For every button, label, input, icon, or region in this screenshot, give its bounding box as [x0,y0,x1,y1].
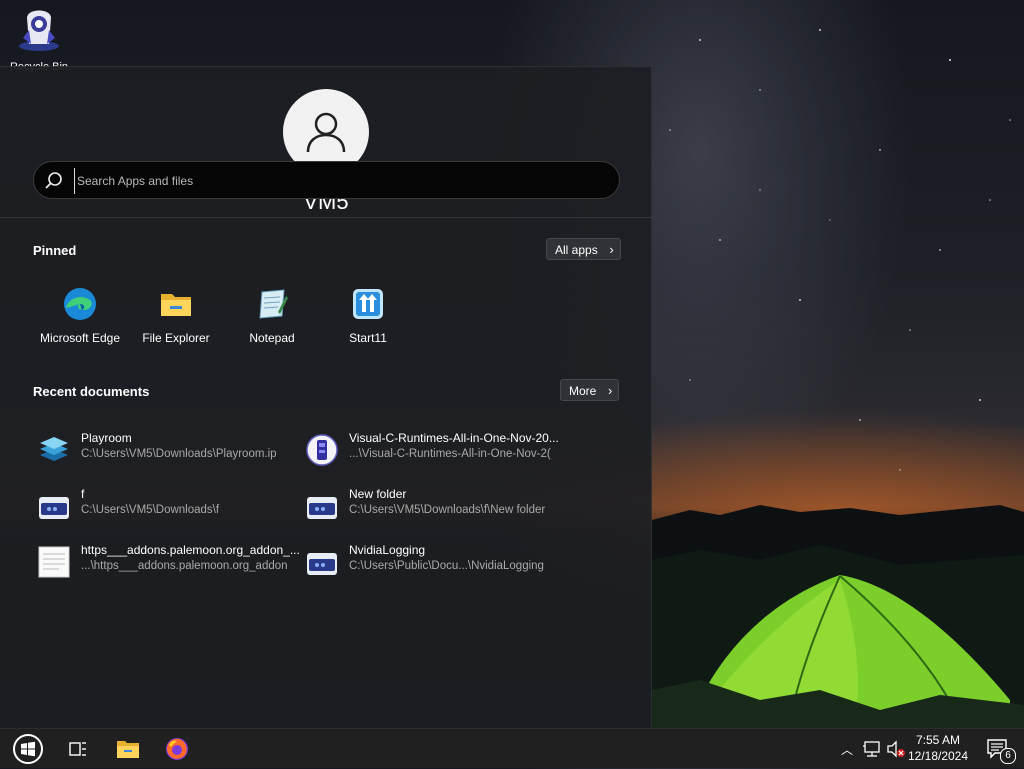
document-icon [38,546,70,578]
windows-start-icon [13,734,43,764]
recent-doc-item[interactable]: f C:\Users\VM5\Downloads\f [37,487,297,527]
doc-path: ...\https___addons.palemoon.org_addon [81,560,288,572]
pinned-app-label: File Explorer [142,331,210,345]
doc-path: C:\Users\VM5\Downloads\f [81,504,220,516]
pinned-title: Pinned [33,243,77,258]
folder-icon [161,294,191,316]
more-button[interactable]: More › [560,379,620,401]
firefox-taskbar-button[interactable] [155,729,199,769]
doc-name: New folder [349,487,407,501]
chevron-up-icon[interactable]: ︿ [838,741,856,758]
task-view-icon [69,742,86,756]
notification-center-button[interactable]: 6 [978,729,1018,769]
doc-name: https___addons.palemoon.org_addon_... [81,543,300,557]
pinned-app-label: Notepad [249,331,295,345]
start-button[interactable] [6,729,50,769]
drive-folder-icon [307,553,337,575]
user-icon [306,112,346,153]
notification-count-badge: 6 [1000,748,1016,764]
pinned-app-file-explorer[interactable]: File Explorer [128,286,224,345]
stack-icon [40,437,68,461]
recent-doc-item[interactable]: Playroom C:\Users\VM5\Downloads\Playroom… [37,431,297,471]
section-divider [0,217,652,218]
doc-name: NvidiaLogging [349,543,426,557]
drive-folder-icon [39,497,69,519]
all-apps-label: All apps [555,243,598,257]
installer-icon [306,434,338,466]
pinned-app-label: Start11 [349,331,387,345]
edge-icon [64,288,96,320]
pinned-app-edge[interactable]: Microsoft Edge [32,286,128,345]
chevron-right-icon: › [609,242,614,257]
search-input[interactable] [74,168,599,194]
clock[interactable]: 7:55 AM 12/18/2024 [900,732,976,764]
all-apps-button[interactable]: All apps › [546,238,621,260]
start11-icon [353,289,383,319]
clock-date: 12/18/2024 [907,749,969,763]
pinned-app-notepad[interactable]: Notepad [224,286,320,345]
task-view-button[interactable] [56,729,100,769]
start-menu: VM5 Pinned All apps › Microsoft Edge Fi [0,66,652,728]
pinned-app-label: Microsoft Edge [39,331,121,345]
search-box[interactable] [33,161,620,199]
recent-doc-item[interactable]: https___addons.palemoon.org_addon_... ..… [37,543,300,583]
doc-name: f [81,487,85,501]
recycle-bin-shortcut[interactable]: Recycle Bin [4,4,74,73]
doc-path: ...\Visual-C-Runtimes-All-in-One-Nov-2( [349,448,551,460]
network-icon[interactable] [862,740,882,758]
recent-doc-item[interactable]: Visual-C-Runtimes-All-in-One-Nov-20... .… [305,431,565,471]
recent-doc-item[interactable]: NvidiaLogging C:\Users\Public\Docu...\Nv… [305,543,565,583]
more-label: More [569,384,597,398]
doc-name: Visual-C-Runtimes-All-in-One-Nov-20... [349,431,559,445]
firefox-icon [166,738,188,760]
system-tray: ︿ [838,729,906,769]
chevron-right-icon: › [608,383,613,398]
notepad-icon [259,289,288,319]
clock-time: 7:55 AM [915,733,961,747]
doc-name: Playroom [81,431,132,445]
recent-documents-title: Recent documents [33,384,150,399]
search-icon [45,172,62,189]
doc-path: C:\Users\Public\Docu...\NvidiaLogging [349,560,544,572]
drive-folder-icon [307,497,337,519]
doc-path: C:\Users\VM5\Downloads\f\New folder [349,504,546,516]
recycle-bin-icon [19,10,59,51]
recent-doc-item[interactable]: New folder C:\Users\VM5\Downloads\f\New … [305,487,565,527]
folder-icon [117,741,139,758]
taskbar: ︿ 7:55 AM 12/18/2024 6 [0,728,1024,768]
file-explorer-taskbar-button[interactable] [106,729,150,769]
pinned-app-start11[interactable]: Start11 [320,286,416,345]
doc-path: C:\Users\VM5\Downloads\Playroom.ip [81,448,277,460]
